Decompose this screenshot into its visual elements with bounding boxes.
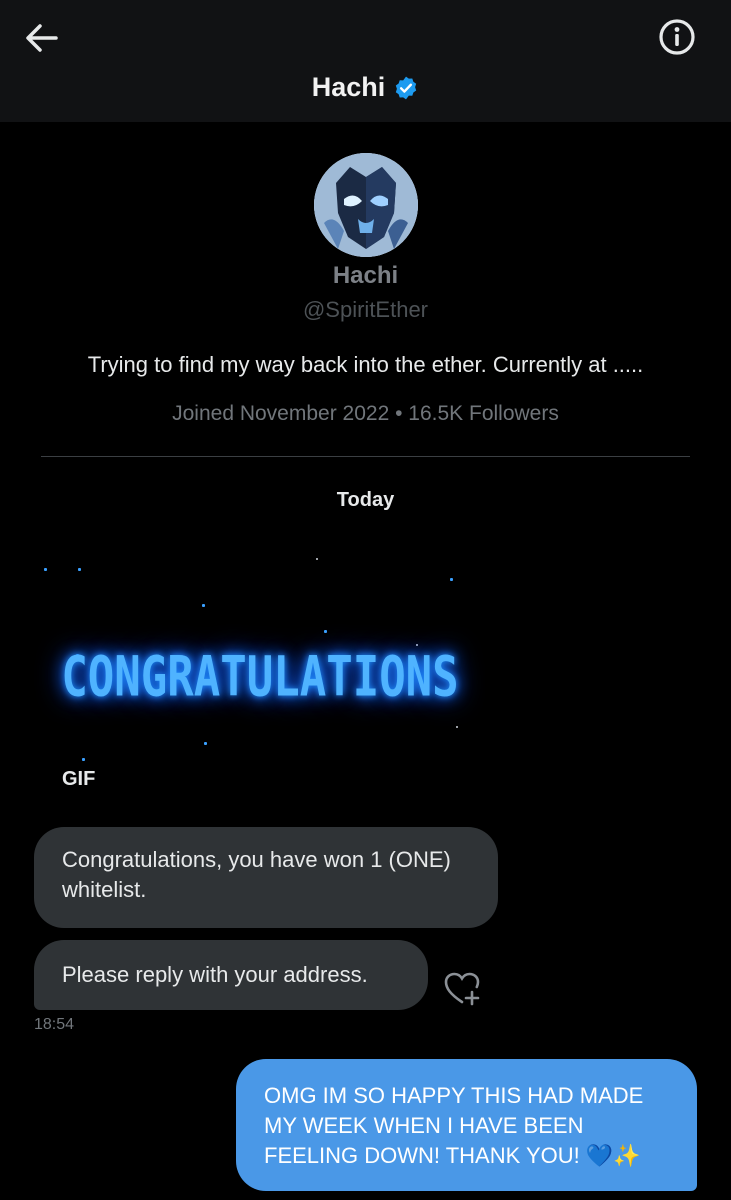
gif-label: GIF [62, 768, 96, 790]
profile-handle: @SpiritEther [302, 297, 429, 322]
sparkle [316, 558, 318, 560]
divider [41, 456, 690, 457]
date-separator: Today [336, 489, 395, 511]
gif-congratulations-text: CONGRATULATIONS [61, 645, 459, 710]
message-timestamp: 18:54 [34, 1016, 75, 1033]
info-icon [659, 19, 695, 55]
verified-badge-icon [396, 76, 417, 99]
back-button[interactable] [22, 20, 62, 56]
info-button[interactable] [656, 16, 698, 58]
sparkle [324, 630, 327, 633]
sparkle [204, 742, 207, 745]
sparkle [202, 604, 205, 607]
sparkle [78, 568, 81, 571]
header-name: Hachi [311, 72, 386, 102]
incoming-message[interactable]: Please reply with your address. [34, 940, 428, 1010]
avatar[interactable] [314, 153, 418, 257]
avatar-image [314, 153, 418, 257]
profile-meta: Joined November 2022 • 16.5K Followers [172, 402, 559, 425]
sparkle [82, 758, 85, 761]
outgoing-message[interactable]: OMG IM SO HAPPY THIS HAD MADE MY WEEK WH… [236, 1059, 697, 1191]
arrow-left-icon [26, 24, 58, 52]
sparkle [44, 568, 47, 571]
heart-plus-icon [444, 972, 480, 1006]
top-bar: Hachi [0, 0, 731, 122]
profile-name: Hachi [332, 262, 399, 289]
profile-bio: Trying to find my way back into the ethe… [87, 352, 644, 377]
incoming-message[interactable]: Congratulations, you have won 1 (ONE) wh… [34, 827, 498, 928]
sparkle [450, 578, 453, 581]
sparkle [456, 726, 458, 728]
add-reaction-button[interactable] [444, 972, 482, 1006]
conversation-title: Hachi [0, 72, 731, 103]
